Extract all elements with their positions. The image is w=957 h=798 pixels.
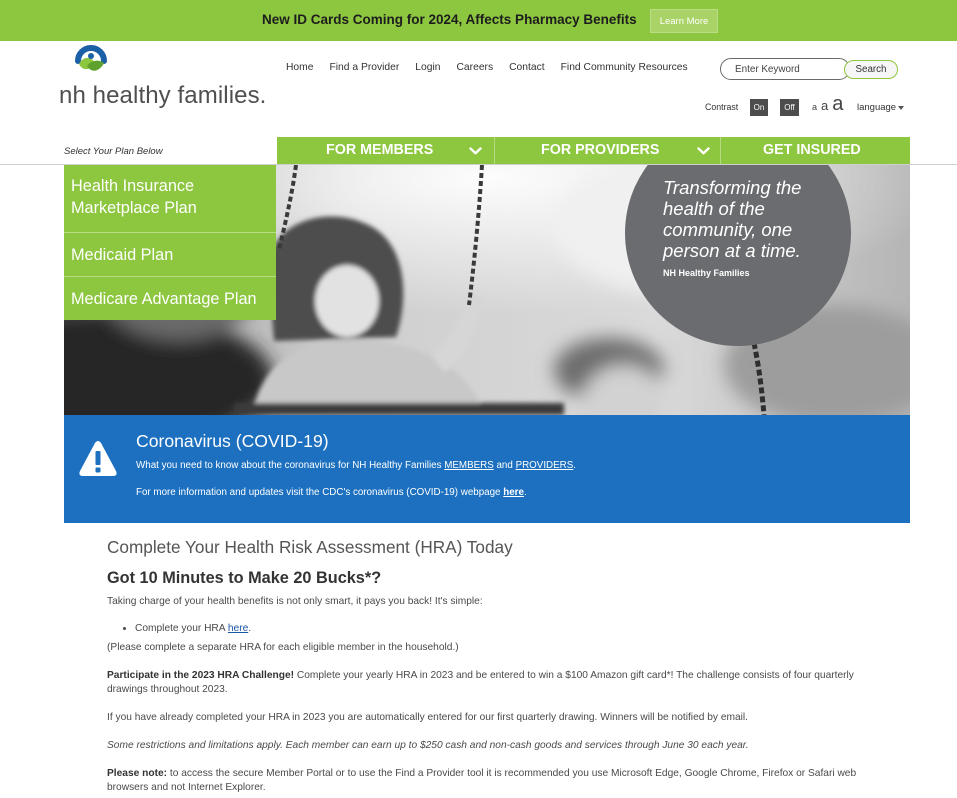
logo-icon[interactable] bbox=[74, 44, 108, 76]
list-item-text: . bbox=[248, 623, 252, 634]
text-size-controls: a a a bbox=[812, 94, 843, 114]
chevron-down-icon bbox=[697, 147, 710, 155]
hra-intro: Taking charge of your health benefits is… bbox=[107, 596, 483, 607]
challenge-bold: Participate in the 2023 HRA Challenge! bbox=[107, 670, 295, 681]
alert-text: . bbox=[573, 460, 577, 471]
plan-selector-label: Select Your Plan Below bbox=[64, 146, 163, 157]
chevron-down-icon bbox=[469, 147, 482, 155]
nav-for-members[interactable]: FOR MEMBERS bbox=[277, 137, 494, 164]
nav-for-providers[interactable]: FOR PROVIDERS bbox=[494, 137, 720, 164]
search-button[interactable]: Search bbox=[844, 60, 898, 79]
covid-alert-banner: Coronavirus (COVID-19) What you need to … bbox=[64, 415, 910, 523]
announcement-text: New ID Cards Coming for 2024, Affects Ph… bbox=[262, 12, 637, 27]
alert-text: For more information and updates visit t… bbox=[136, 487, 504, 498]
hra-auto-entry: If you have already completed your HRA i… bbox=[107, 712, 748, 723]
nav-link-login[interactable]: Login bbox=[415, 61, 440, 75]
learn-more-button[interactable]: Learn More bbox=[650, 9, 718, 33]
nav-for-members-label: FOR MEMBERS bbox=[326, 142, 434, 158]
hra-challenge-paragraph: Participate in the 2023 HRA Challenge! C… bbox=[107, 669, 877, 697]
nav-get-insured-label: GET INSURED bbox=[763, 142, 861, 158]
caret-down-icon bbox=[898, 105, 905, 110]
alert-text: What you need to know about the coronavi… bbox=[136, 460, 445, 471]
hra-heading: Complete Your Health Risk Assessment (HR… bbox=[107, 537, 513, 557]
alert-text: and bbox=[493, 460, 516, 471]
plan-item-medicare-advantage[interactable]: Medicare Advantage Plan bbox=[64, 277, 276, 320]
nav-link-careers[interactable]: Careers bbox=[457, 61, 494, 75]
plan-dropdown-menu: Health Insurance Marketplace Plan Medica… bbox=[64, 165, 276, 320]
nav-link-home[interactable]: Home bbox=[286, 61, 313, 75]
contrast-label: Contrast bbox=[705, 102, 739, 112]
contrast-off-button[interactable]: Off bbox=[780, 99, 799, 116]
note-bold: Please note: bbox=[107, 768, 168, 779]
alert-title: Coronavirus (COVID-19) bbox=[136, 431, 329, 451]
nav-get-insured[interactable]: GET INSURED bbox=[720, 137, 910, 164]
cdc-here-link[interactable]: here bbox=[503, 487, 524, 498]
hero-tagline: Transforming the health of the community… bbox=[663, 176, 802, 261]
nav-link-contact[interactable]: Contact bbox=[509, 61, 545, 75]
announcement-bar: New ID Cards Coming for 2024, Affects Ph… bbox=[0, 0, 957, 41]
hra-restrictions: Some restrictions and limitations apply.… bbox=[107, 740, 749, 751]
hra-separate-note: (Please complete a separate HRA for each… bbox=[107, 642, 459, 653]
note-text: to access the secure Member Portal or to… bbox=[107, 768, 857, 793]
warning-icon bbox=[79, 441, 117, 476]
members-link[interactable]: MEMBERS bbox=[444, 460, 494, 471]
main-nav: FOR MEMBERS FOR PROVIDERS GET INSURED bbox=[277, 137, 910, 164]
nav-for-providers-label: FOR PROVIDERS bbox=[541, 142, 660, 158]
text-size-small[interactable]: a bbox=[812, 103, 817, 112]
search-input[interactable] bbox=[720, 58, 850, 80]
top-nav: Home Find a Provider Login Careers Conta… bbox=[286, 61, 688, 75]
contrast-on-button[interactable]: On bbox=[750, 99, 768, 116]
text-size-medium[interactable]: a bbox=[821, 99, 828, 112]
nav-link-find-a-provider[interactable]: Find a Provider bbox=[329, 61, 399, 75]
alert-line-members: What you need to know about the coronavi… bbox=[136, 459, 576, 473]
hra-subheading: Got 10 Minutes to Make 20 Bucks*? bbox=[107, 569, 382, 587]
plan-item-medicaid[interactable]: Medicaid Plan bbox=[64, 233, 276, 276]
logo-wordmark[interactable]: nh healthy families. bbox=[59, 82, 266, 110]
hra-steps-list: Complete your HRA here. bbox=[107, 622, 251, 636]
plan-item-marketplace[interactable]: Health Insurance Marketplace Plan bbox=[64, 165, 276, 232]
hero-attribution: NH Healthy Families bbox=[663, 268, 750, 278]
providers-link[interactable]: PROVIDERS bbox=[516, 460, 574, 471]
language-selector[interactable]: language bbox=[857, 101, 905, 114]
alert-text: . bbox=[523, 487, 527, 498]
text-size-large[interactable]: a bbox=[832, 94, 843, 114]
nav-link-find-community-resources[interactable]: Find Community Resources bbox=[561, 61, 688, 75]
list-item-text: Complete your HRA bbox=[135, 623, 228, 634]
alert-line-cdc: For more information and updates visit t… bbox=[136, 486, 527, 500]
list-item: Complete your HRA here. bbox=[135, 622, 251, 636]
language-label: language bbox=[857, 102, 897, 113]
hra-here-link[interactable]: here bbox=[228, 623, 248, 634]
browser-note-paragraph: Please note: to access the secure Member… bbox=[107, 767, 877, 795]
